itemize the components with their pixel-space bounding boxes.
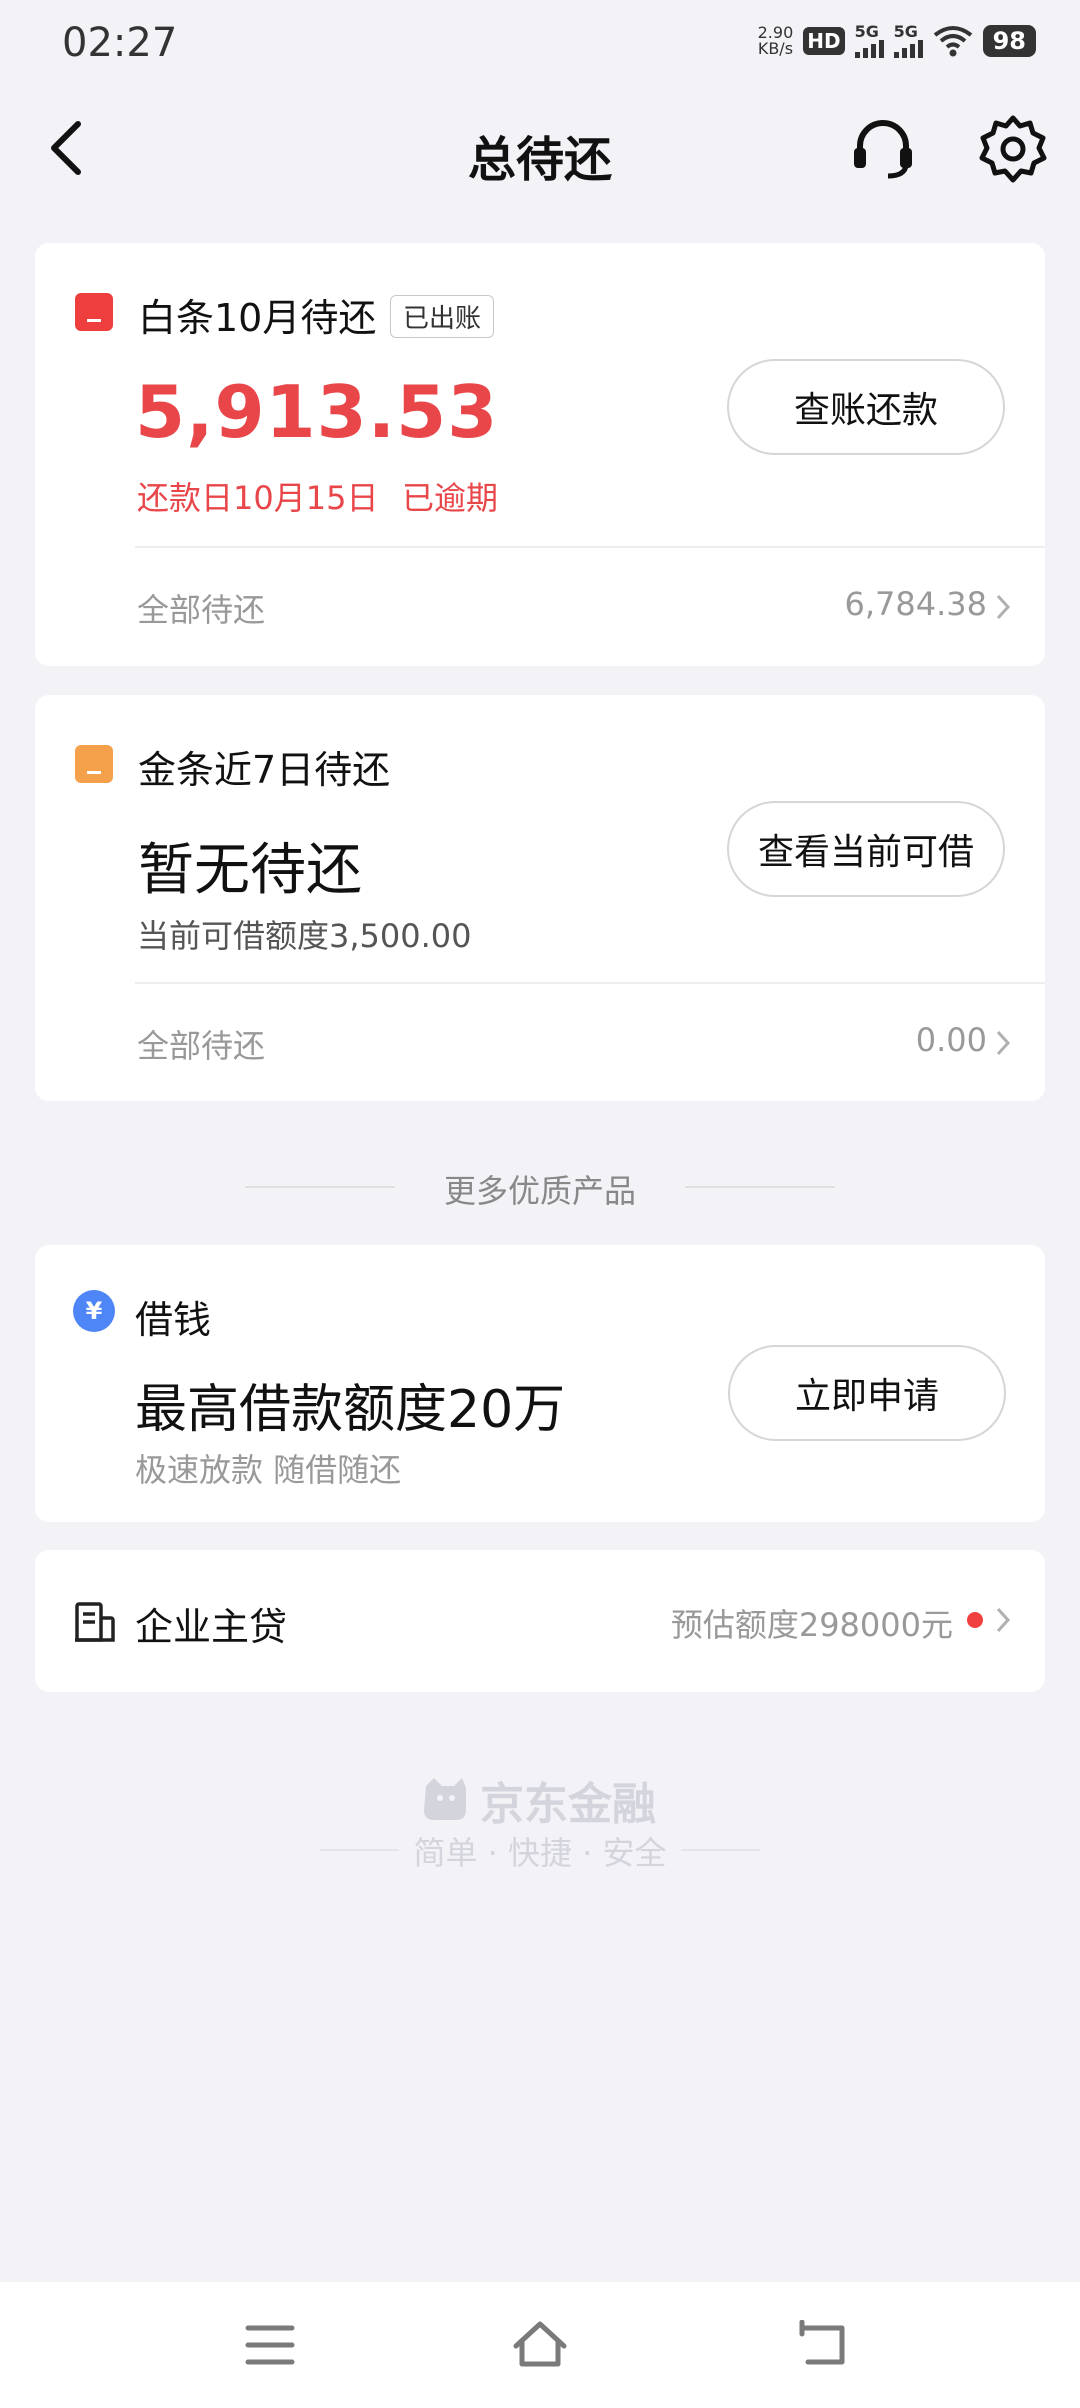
enterprise-label: 企业主贷: [135, 1605, 288, 1649]
chevron-right-icon: [996, 594, 1011, 620]
signal-icon-1: 5G: [854, 24, 884, 58]
borrow-headline: 最高借款额度20万: [135, 1380, 566, 1440]
baitiao-total-row[interactable]: 全部待还 6,784.38: [35, 547, 1045, 666]
view-bill-repay-button[interactable]: 查账还款: [727, 359, 1005, 455]
baitiao-label: 白条10月待还: [138, 296, 377, 340]
gear-icon[interactable]: [978, 114, 1048, 184]
status-time: 02:27: [62, 20, 178, 66]
jintiao-icon: [75, 745, 113, 783]
building-icon: [75, 1602, 115, 1642]
wifi-icon: [933, 26, 972, 57]
jintiao-total-row[interactable]: 全部待还 0.00: [35, 983, 1045, 1101]
baitiao-card: 白条10月待还 已出账 5,913.53 还款日10月15日 已逾期 查账还款 …: [35, 243, 1045, 666]
battery-icon: 98: [982, 25, 1036, 57]
total-label: 全部待还: [137, 591, 266, 629]
view-available-loan-button[interactable]: 查看当前可借: [727, 801, 1005, 897]
estimated-limit: 预估额度298000元: [670, 1606, 953, 1644]
menu-icon[interactable]: [244, 2322, 296, 2368]
chevron-right-icon: [996, 1030, 1011, 1056]
red-dot-badge: [967, 1612, 983, 1628]
back-nav-icon[interactable]: [796, 2320, 850, 2370]
separator-line-right: [685, 1186, 835, 1188]
borrow-card[interactable]: ¥ 借钱 最高借款额度20万 极速放款 随借随还 立即申请: [35, 1245, 1045, 1522]
jintiao-headline: 暂无待还: [138, 838, 362, 903]
billed-badge: 已出账: [390, 295, 495, 338]
available-credit: 当前可借额度3,500.00: [137, 917, 472, 955]
brand-watermark: 京东金融: [420, 1768, 656, 1832]
brand-slogan: 简单 · 快捷 · 安全: [0, 1828, 1080, 1874]
page-title: 总待还: [467, 132, 612, 188]
system-nav-bar: [0, 2282, 1080, 2408]
due-date: 还款日10月15日: [137, 479, 379, 517]
hd-icon: HD: [803, 27, 845, 55]
borrow-label: 借钱: [135, 1298, 212, 1342]
jintiao-label: 金条近7日待还: [138, 748, 391, 792]
jintiao-card: 金条近7日待还 暂无待还 当前可借额度3,500.00 查看当前可借 全部待还 …: [35, 695, 1045, 1101]
total-value: 0.00: [915, 1021, 987, 1059]
baitiao-icon: [75, 293, 113, 331]
yuan-icon: ¥: [73, 1290, 115, 1332]
enterprise-loan-row[interactable]: 企业主贷 预估额度298000元: [35, 1550, 1045, 1692]
apply-now-button[interactable]: 立即申请: [728, 1345, 1006, 1441]
status-icons: 2.90 KB/s HD 5G 5G 98: [758, 24, 1036, 58]
borrow-sub: 极速放款 随借随还: [135, 1451, 402, 1489]
chevron-right-icon: [996, 1607, 1011, 1633]
jd-dog-logo-icon: [424, 1778, 466, 1820]
brand-name: 京东金融: [480, 1779, 656, 1830]
signal-icon-2: 5G: [893, 24, 923, 58]
headset-icon[interactable]: [848, 114, 918, 184]
home-icon[interactable]: [510, 2318, 570, 2370]
total-label: 全部待还: [137, 1027, 266, 1065]
total-value: 6,784.38: [844, 585, 988, 623]
net-speed: 2.90 KB/s: [757, 23, 794, 58]
baitiao-amount: 5,913.53: [135, 370, 499, 454]
overdue-status: 已逾期: [402, 479, 499, 517]
more-products-heading: 更多优质产品: [443, 1172, 636, 1210]
